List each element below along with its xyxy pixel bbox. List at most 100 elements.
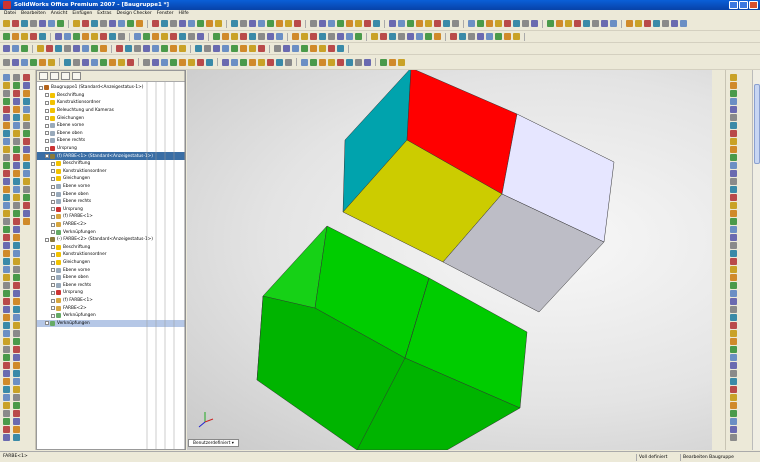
toolbar-button-icon[interactable]: [556, 20, 563, 27]
right-tool-icon[interactable]: [730, 306, 737, 313]
vertical-scrollbar[interactable]: [752, 70, 760, 450]
expand-toggle-icon[interactable]: [45, 93, 49, 98]
left-tool-icon[interactable]: [13, 162, 20, 169]
toolbar-button-icon[interactable]: [373, 20, 380, 27]
expand-toggle-icon[interactable]: [51, 290, 55, 295]
left-tool-icon[interactable]: [23, 218, 30, 225]
toolbar-button-icon[interactable]: [91, 58, 98, 66]
left-tool-icon[interactable]: [23, 146, 30, 153]
expand-toggle-icon[interactable]: [51, 268, 55, 273]
toolbar-button-icon[interactable]: [197, 20, 204, 27]
toolbar-button-icon[interactable]: [136, 20, 143, 27]
right-tool-icon[interactable]: [730, 362, 737, 369]
toolbar-button-icon[interactable]: [12, 45, 19, 52]
expand-toggle-icon[interactable]: [45, 146, 49, 151]
left-tool-icon[interactable]: [23, 138, 30, 145]
toolbar-button-icon[interactable]: [48, 58, 55, 66]
left-tool-icon[interactable]: [13, 338, 20, 345]
right-tool-icon[interactable]: [730, 354, 737, 361]
left-tool-icon[interactable]: [3, 402, 10, 409]
tree-item[interactable]: Ursprung: [37, 145, 185, 153]
toolbar-button-icon[interactable]: [179, 33, 186, 40]
left-tool-icon[interactable]: [3, 370, 10, 377]
right-tool-icon[interactable]: [730, 266, 737, 273]
right-tool-icon[interactable]: [730, 370, 737, 377]
toolbar-button-icon[interactable]: [215, 20, 222, 27]
toolbar-button-icon[interactable]: [127, 20, 134, 27]
toolbar-button-icon[interactable]: [21, 20, 28, 27]
right-tool-icon[interactable]: [730, 394, 737, 401]
expand-toggle-icon[interactable]: [45, 116, 49, 121]
expand-toggle-icon[interactable]: [51, 161, 55, 166]
toolbar-button-icon[interactable]: [197, 58, 204, 66]
left-tool-icon[interactable]: [13, 322, 20, 329]
feature-tree-tab[interactable]: [39, 72, 48, 80]
toolbar-button-icon[interactable]: [468, 33, 475, 40]
tree-item[interactable]: Beschriftung: [37, 160, 185, 168]
tree-item[interactable]: Beschriftung: [37, 92, 185, 100]
toolbar-button-icon[interactable]: [337, 58, 344, 66]
left-tool-icon[interactable]: [13, 138, 20, 145]
toolbar-button-icon[interactable]: [443, 20, 450, 27]
toolbar-button-icon[interactable]: [468, 20, 475, 27]
toolbar-button-icon[interactable]: [222, 45, 229, 52]
toolbar-button-icon[interactable]: [118, 33, 125, 40]
toolbar-button-icon[interactable]: [319, 58, 326, 66]
left-tool-icon[interactable]: [3, 74, 10, 81]
left-tool-icon[interactable]: [23, 210, 30, 217]
toolbar-button-icon[interactable]: [513, 33, 520, 40]
expand-toggle-icon[interactable]: [51, 184, 55, 189]
toolbar-button-icon[interactable]: [276, 33, 283, 40]
toolbar-button-icon[interactable]: [249, 20, 256, 27]
tree-item[interactable]: Gleichungen: [37, 175, 185, 183]
tree-item[interactable]: Ebene rechts: [37, 137, 185, 145]
toolbar-button-icon[interactable]: [267, 58, 274, 66]
left-tool-icon[interactable]: [3, 426, 10, 433]
toolbar-button-icon[interactable]: [425, 33, 432, 40]
toolbar-button-icon[interactable]: [601, 20, 608, 27]
expand-toggle-icon[interactable]: [45, 131, 49, 136]
toolbar-button-icon[interactable]: [82, 58, 89, 66]
right-tool-icon[interactable]: [730, 298, 737, 305]
tree-item[interactable]: FARBE<2>: [37, 304, 185, 312]
left-tool-icon[interactable]: [23, 90, 30, 97]
expand-toggle-icon[interactable]: [51, 169, 55, 174]
expand-toggle-icon[interactable]: [51, 199, 55, 204]
toolbar-button-icon[interactable]: [73, 45, 80, 52]
right-tool-icon[interactable]: [730, 194, 737, 201]
toolbar-button-icon[interactable]: [416, 33, 423, 40]
toolbar-button-icon[interactable]: [319, 33, 326, 40]
toolbar-button-icon[interactable]: [547, 20, 554, 27]
left-tool-icon[interactable]: [13, 186, 20, 193]
tree-item[interactable]: Ebene rechts: [37, 282, 185, 290]
toolbar-button-icon[interactable]: [109, 20, 116, 27]
toolbar-button-icon[interactable]: [240, 33, 247, 40]
toolbar-button-icon[interactable]: [240, 58, 247, 66]
minimize-button[interactable]: [729, 1, 738, 9]
left-tool-icon[interactable]: [13, 226, 20, 233]
right-tool-icon[interactable]: [730, 314, 737, 321]
toolbar-button-icon[interactable]: [39, 33, 46, 40]
menu-item-2[interactable]: Ansicht: [51, 11, 68, 16]
toolbar-button-icon[interactable]: [346, 33, 353, 40]
menu-item-0[interactable]: Datei: [4, 11, 16, 16]
left-tool-icon[interactable]: [13, 370, 20, 377]
toolbar-button-icon[interactable]: [495, 33, 502, 40]
left-tool-icon[interactable]: [23, 98, 30, 105]
toolbar-button-icon[interactable]: [197, 33, 204, 40]
toolbar-button-icon[interactable]: [425, 20, 432, 27]
right-tool-icon[interactable]: [730, 386, 737, 393]
left-tool-icon[interactable]: [13, 418, 20, 425]
toolbar-button-icon[interactable]: [118, 58, 125, 66]
toolbar-button-icon[interactable]: [267, 33, 274, 40]
toolbar-button-icon[interactable]: [231, 33, 238, 40]
left-tool-icon[interactable]: [13, 250, 20, 257]
toolbar-button-icon[interactable]: [389, 33, 396, 40]
toolbar-button-icon[interactable]: [100, 45, 107, 52]
toolbar-button-icon[interactable]: [55, 33, 62, 40]
toolbar-button-icon[interactable]: [267, 20, 274, 27]
left-tool-icon[interactable]: [13, 178, 20, 185]
left-tool-icon[interactable]: [13, 314, 20, 321]
tree-item[interactable]: (f) FARBE<1> (Standard<Anzeigestatus-1>): [37, 152, 185, 160]
left-tool-icon[interactable]: [13, 98, 20, 105]
